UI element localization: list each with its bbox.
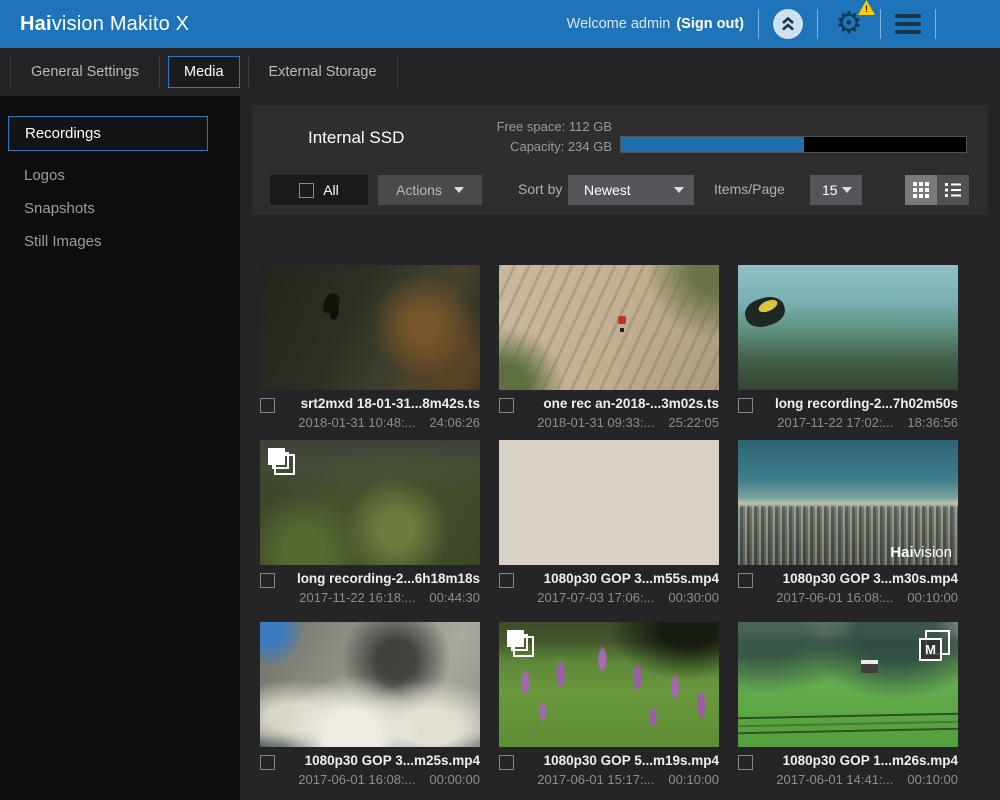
tab-general-settings[interactable]: General Settings [11,56,159,88]
recording-date: 2017-11-22 16:18:... [299,588,415,607]
menu-button[interactable] [895,14,921,34]
stacked-recording-icon [507,630,534,657]
recording-thumbnail[interactable]: M [738,622,958,747]
recording-card[interactable]: 1080p30 GOP 5...m19s.mp42017-06-01 15:17… [499,622,719,789]
recording-filename: srt2mxd 18-01-31...8m42s.ts [275,394,480,413]
gear-icon: ⚙ [836,9,863,39]
recording-date: 2017-06-01 16:08:... [776,588,893,607]
recording-checkbox[interactable] [738,755,753,770]
recording-card[interactable]: Haivision 1080p30 GOP 3...m30s.mp42017-06… [738,440,958,607]
recording-date: 2017-06-01 16:08:... [298,770,415,789]
recordings-grid: srt2mxd 18-01-31...8m42s.ts2018-01-31 10… [240,96,1000,800]
welcome-text: Welcome admin [567,16,671,32]
recording-duration: 00:30:00 [668,588,719,607]
recording-date: 2018-01-31 09:33:... [537,413,654,432]
brand-rest: vision Makito X [52,13,190,35]
recording-checkbox[interactable] [738,573,753,588]
recording-card[interactable]: long recording-2...7h02m50s2017-11-22 17… [738,265,958,432]
recording-checkbox[interactable] [499,573,514,588]
recording-checkbox[interactable] [499,755,514,770]
recording-checkbox[interactable] [260,398,275,413]
main-tabbar: General Settings Media External Storage [0,48,1000,96]
tab-divider [159,57,160,87]
recording-card[interactable]: one rec an-2018-...3m02s.ts2018-01-31 09… [499,265,719,432]
recording-date: 2017-11-22 17:02:... [777,413,893,432]
tab-external-storage[interactable]: External Storage [249,56,397,88]
recording-duration: 00:10:00 [668,770,719,789]
status-icon[interactable] [773,9,803,39]
sidebar-item-recordings[interactable]: Recordings [8,116,208,151]
recording-thumbnail[interactable] [738,265,958,390]
brand-bold: Hai [20,13,52,35]
recording-duration: 00:10:00 [907,770,958,789]
recording-duration: 00:44:30 [429,588,480,607]
recording-filename: 1080p30 GOP 5...m19s.mp4 [514,751,719,770]
recording-filename: 1080p30 GOP 1...m26s.mp4 [753,751,958,770]
top-header: Haivision Makito X Welcome admin (Sign o… [0,0,1000,48]
header-divider [817,9,818,39]
recording-date: 2017-07-03 17:06:... [537,588,654,607]
recording-date: 2018-01-31 10:48:... [298,413,415,432]
main-content: Internal SSD Free space: 112 GB Capacity… [240,96,1000,800]
recording-duration: 18:36:56 [907,413,958,432]
app-window: Haivision Makito X Welcome admin (Sign o… [0,0,1000,800]
tab-media[interactable]: Media [168,56,240,88]
recording-card[interactable]: M 1080p30 GOP 1...m26s.mp42017-06-01 14:4… [738,622,958,789]
haivision-watermark: Haivision [890,544,952,561]
recording-filename: 1080p30 GOP 3...m55s.mp4 [514,569,719,588]
recording-thumbnail[interactable] [499,440,719,565]
recording-checkbox[interactable] [260,573,275,588]
recording-card[interactable]: long recording-2...6h18m18s2017-11-22 16… [260,440,480,607]
header-divider [935,9,936,39]
recording-filename: long recording-2...7h02m50s [753,394,958,413]
media-sidebar: Recordings Logos Snapshots Still Images [0,96,240,800]
recording-duration: 25:22:05 [668,413,719,432]
double-chevron-icon [777,13,799,35]
recording-filename: 1080p30 GOP 3...m25s.mp4 [275,751,480,770]
sidebar-item-logos[interactable]: Logos [8,159,208,192]
settings-gear-button[interactable]: ⚙ ! [832,7,866,41]
stacked-recording-icon [268,448,295,475]
recording-thumbnail[interactable]: Haivision [738,440,958,565]
recording-filename: one rec an-2018-...3m02s.ts [514,394,719,413]
recording-card[interactable]: 1080p30 GOP 3...m55s.mp42017-07-03 17:06… [499,440,719,607]
recording-checkbox[interactable] [499,398,514,413]
recording-duration: 24:06:26 [429,413,480,432]
recording-duration: 00:00:00 [429,770,480,789]
recording-thumbnail[interactable] [499,265,719,390]
recording-filename: long recording-2...6h18m18s [275,569,480,588]
recording-card[interactable]: 1080p30 GOP 3...m25s.mp42017-06-01 16:08… [260,622,480,789]
recording-date: 2017-06-01 15:17:... [537,770,654,789]
recording-duration: 00:10:00 [907,588,958,607]
sidebar-item-snapshots[interactable]: Snapshots [8,192,208,225]
recording-date: 2017-06-01 14:41:... [776,770,893,789]
header-divider [880,9,881,39]
recording-checkbox[interactable] [260,755,275,770]
sign-out-link[interactable]: (Sign out) [676,16,744,32]
header-actions: Welcome admin (Sign out) ⚙ ! [567,7,1000,41]
tab-divider [397,57,398,87]
recording-checkbox[interactable] [738,398,753,413]
recording-filename: 1080p30 GOP 3...m30s.mp4 [753,569,958,588]
managed-badge-icon: M [919,630,950,661]
recording-card[interactable]: srt2mxd 18-01-31...8m42s.ts2018-01-31 10… [260,265,480,432]
recording-thumbnail[interactable] [260,622,480,747]
header-divider [758,9,759,39]
sidebar-item-still-images[interactable]: Still Images [8,225,208,258]
brand-logo: Haivision Makito X [20,13,189,36]
recording-thumbnail[interactable] [260,265,480,390]
recording-thumbnail[interactable] [499,622,719,747]
recording-thumbnail[interactable] [260,440,480,565]
